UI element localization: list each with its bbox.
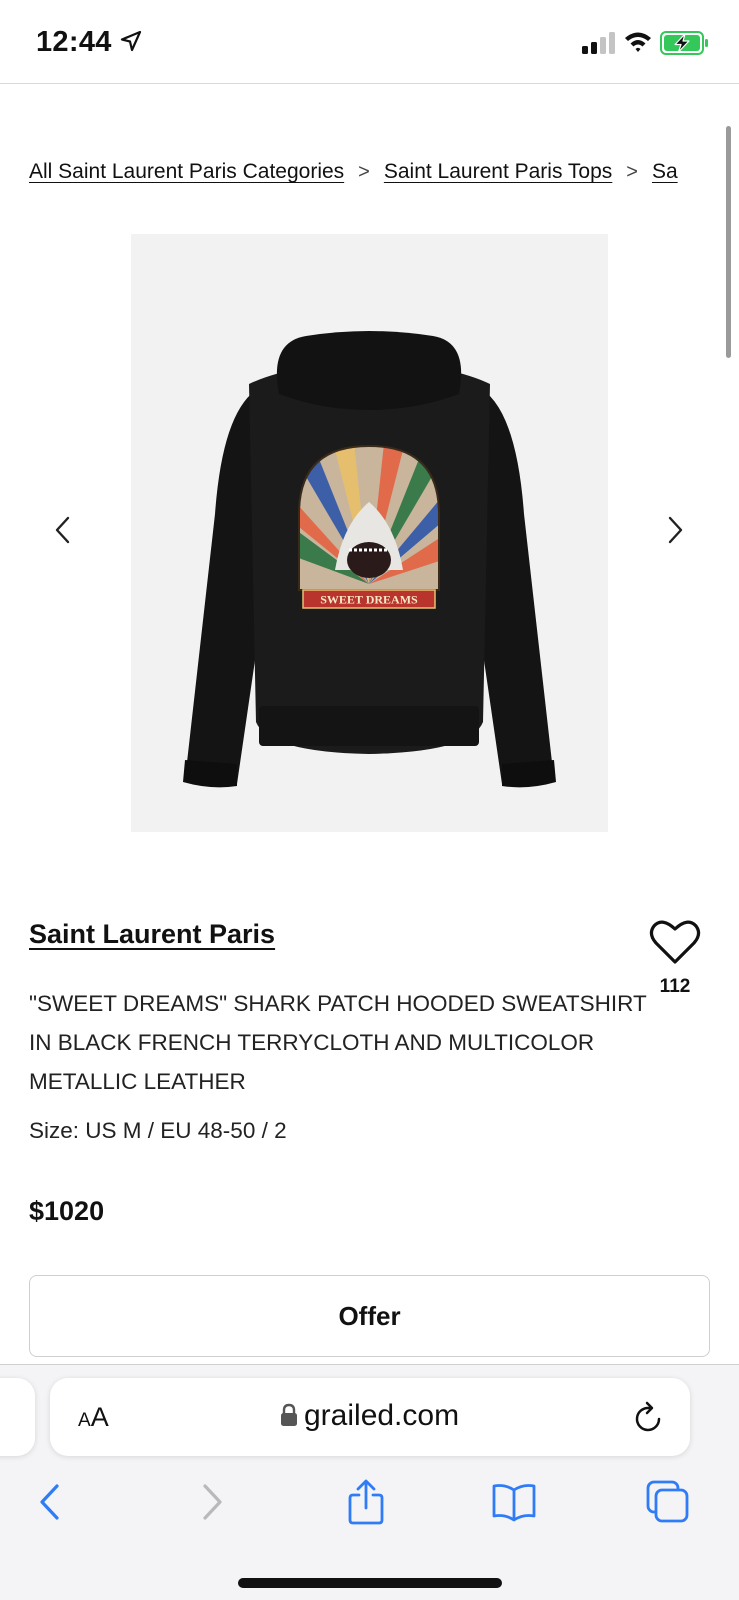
bookmarks-button[interactable] bbox=[490, 1478, 538, 1526]
text-size-large-label: A bbox=[90, 1402, 109, 1432]
share-button[interactable] bbox=[342, 1478, 390, 1526]
back-icon bbox=[40, 1484, 59, 1520]
forward-button[interactable] bbox=[186, 1478, 234, 1526]
chevron-right-icon[interactable] bbox=[662, 515, 688, 545]
breadcrumb: All Saint Laurent Paris Categories > Saint… bbox=[29, 160, 711, 192]
product-title: "SWEET DREAMS" SHARK PATCH HOODED SWEATS… bbox=[29, 991, 647, 1094]
status-time: 12:44 bbox=[36, 26, 112, 58]
breadcrumb-separator: > bbox=[358, 161, 370, 183]
wifi-icon bbox=[625, 32, 651, 52]
back-button[interactable] bbox=[28, 1478, 76, 1526]
forward-icon bbox=[203, 1484, 222, 1520]
status-bar: 12:44 bbox=[0, 0, 739, 84]
battery-charging-icon bbox=[660, 31, 708, 55]
share-icon bbox=[348, 1479, 384, 1525]
location-arrow-icon bbox=[120, 30, 142, 52]
home-indicator[interactable] bbox=[238, 1578, 502, 1588]
tabs-icon bbox=[646, 1480, 689, 1523]
hoodie-illustration: SWEET DREAMS bbox=[183, 331, 556, 788]
text-size-button[interactable]: AA bbox=[78, 1402, 109, 1433]
heart-icon[interactable] bbox=[648, 918, 702, 966]
bookmarks-icon bbox=[492, 1484, 536, 1522]
breadcrumb-item-tops[interactable]: Saint Laurent Paris Tops bbox=[384, 160, 612, 183]
breadcrumb-separator: > bbox=[626, 161, 638, 183]
breadcrumb-item-current[interactable]: Sa bbox=[652, 160, 678, 183]
previous-tab-address-bar[interactable] bbox=[0, 1378, 35, 1456]
page-scrollbar[interactable] bbox=[726, 126, 731, 358]
product-image[interactable]: SWEET DREAMS bbox=[131, 234, 608, 832]
breadcrumb-item-categories[interactable]: All Saint Laurent Paris Categories bbox=[29, 160, 344, 183]
product-size: Size: US M / EU 48-50 / 2 bbox=[29, 1118, 287, 1143]
tabs-button[interactable] bbox=[644, 1478, 692, 1526]
chevron-left-icon[interactable] bbox=[50, 515, 76, 545]
brand-link[interactable]: Saint Laurent Paris bbox=[29, 919, 275, 950]
reload-icon[interactable] bbox=[634, 1401, 664, 1433]
text-size-small-label: A bbox=[78, 1410, 91, 1431]
lock-icon bbox=[281, 1403, 297, 1426]
offer-button[interactable]: Offer bbox=[29, 1275, 710, 1357]
favorites-count: 112 bbox=[659, 976, 691, 997]
patch-label: SWEET DREAMS bbox=[320, 593, 418, 607]
signal-icon bbox=[582, 32, 615, 54]
url-text[interactable]: grailed.com bbox=[304, 1399, 459, 1433]
product-price: $1020 bbox=[29, 1196, 105, 1226]
